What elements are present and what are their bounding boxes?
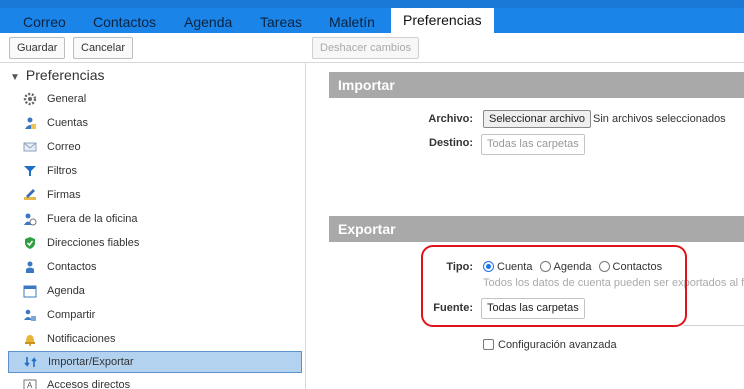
window-top-edge [0, 0, 744, 8]
advanced-settings-option[interactable]: Configuración avanzada [483, 339, 617, 351]
preferences-tree-title: Preferencias [25, 67, 105, 83]
sidebar-item-label: Correo [47, 141, 81, 153]
sidebar-item-fuera-oficina[interactable]: Fuera de la oficina [8, 208, 302, 230]
signature-icon [23, 188, 37, 202]
sidebar-item-general[interactable]: General [8, 88, 302, 110]
sidebar-item-label: Notificaciones [47, 333, 116, 345]
sidebar-item-label: Cuentas [47, 117, 88, 129]
divider [684, 325, 744, 326]
accounts-icon [23, 116, 37, 130]
cancel-button[interactable]: Cancelar [73, 37, 134, 59]
sidebar-item-direcciones-fiables[interactable]: Direcciones fiables [8, 232, 302, 254]
advanced-settings-label: Configuración avanzada [498, 339, 617, 351]
sidebar-item-notificaciones[interactable]: Notificaciones [8, 328, 302, 350]
tab-correo[interactable]: Correo [23, 13, 66, 33]
sidebar-item-label: Compartir [47, 309, 96, 321]
import-export-icon [24, 355, 38, 369]
sidebar-item-label: Importar/Exportar [48, 356, 134, 368]
sidebar-item-label: Direcciones fiables [47, 237, 140, 249]
shield-check-icon [23, 236, 37, 250]
sidebar-item-correo[interactable]: Correo [8, 136, 302, 158]
sidebar-item-label: Filtros [47, 165, 77, 177]
sidebar-item-firmas[interactable]: Firmas [8, 184, 302, 206]
gear-icon [23, 92, 37, 106]
destination-select[interactable]: Todas las carpetas [481, 134, 585, 155]
main-content: Importar Archivo: Seleccionar archivo Si… [307, 63, 744, 389]
sidebar-item-label: Contactos [47, 261, 97, 273]
tab-tareas[interactable]: Tareas [260, 13, 302, 33]
save-button[interactable]: Guardar [9, 37, 66, 59]
envelope-icon [23, 140, 37, 154]
preferences-sidebar: ▼ Preferencias General Cuentas Correo Fil… [0, 63, 306, 389]
sidebar-item-importar-exportar[interactable]: Importar/Exportar [8, 351, 302, 373]
filter-icon [23, 164, 37, 178]
sidebar-item-label: General [47, 93, 87, 105]
sidebar-item-compartir[interactable]: Compartir [8, 304, 302, 326]
shortcut-icon: A [23, 378, 37, 389]
sidebar-item-agenda[interactable]: Agenda [8, 280, 302, 302]
export-section-header: Exportar [329, 216, 744, 242]
contact-icon [23, 260, 37, 274]
import-section-header: Importar [329, 72, 744, 98]
expand-triangle-icon[interactable]: ▼ [10, 72, 20, 83]
sidebar-item-cuentas[interactable]: Cuentas [8, 112, 302, 134]
svg-text:A: A [27, 381, 33, 389]
out-of-office-icon [23, 212, 37, 226]
file-status-text: Sin archivos seleccionados [593, 113, 726, 125]
sidebar-item-accesos-directos[interactable]: A Accesos directos [8, 374, 302, 389]
share-icon [23, 308, 37, 322]
bell-icon [23, 332, 37, 346]
tab-preferencias[interactable]: Preferencias [391, 8, 494, 33]
sidebar-item-label: Accesos directos [47, 379, 131, 389]
sidebar-item-label: Firmas [47, 189, 81, 201]
tab-maletin[interactable]: Maletín [329, 13, 375, 33]
sidebar-item-label: Fuera de la oficina [47, 213, 138, 225]
choose-file-button[interactable]: Seleccionar archivo [483, 110, 591, 128]
file-label: Archivo: [428, 113, 473, 125]
tab-agenda[interactable]: Agenda [184, 13, 232, 33]
calendar-icon [23, 284, 37, 298]
destination-label: Destino: [429, 137, 473, 149]
sidebar-item-filtros[interactable]: Filtros [8, 160, 302, 182]
highlight-annotation [421, 245, 687, 327]
sidebar-item-label: Agenda [47, 285, 85, 297]
preferences-tree-header[interactable]: ▼ Preferencias [10, 67, 105, 83]
sidebar-item-contactos[interactable]: Contactos [8, 256, 302, 278]
tab-contactos[interactable]: Contactos [93, 13, 156, 33]
undo-changes-button[interactable]: Deshacer cambios [312, 37, 420, 59]
checkbox-unchecked-icon[interactable] [483, 339, 494, 350]
app-tab-bar: Correo Contactos Agenda Tareas Maletín P… [0, 0, 744, 33]
toolbar: Guardar Cancelar Deshacer cambios [0, 33, 744, 63]
